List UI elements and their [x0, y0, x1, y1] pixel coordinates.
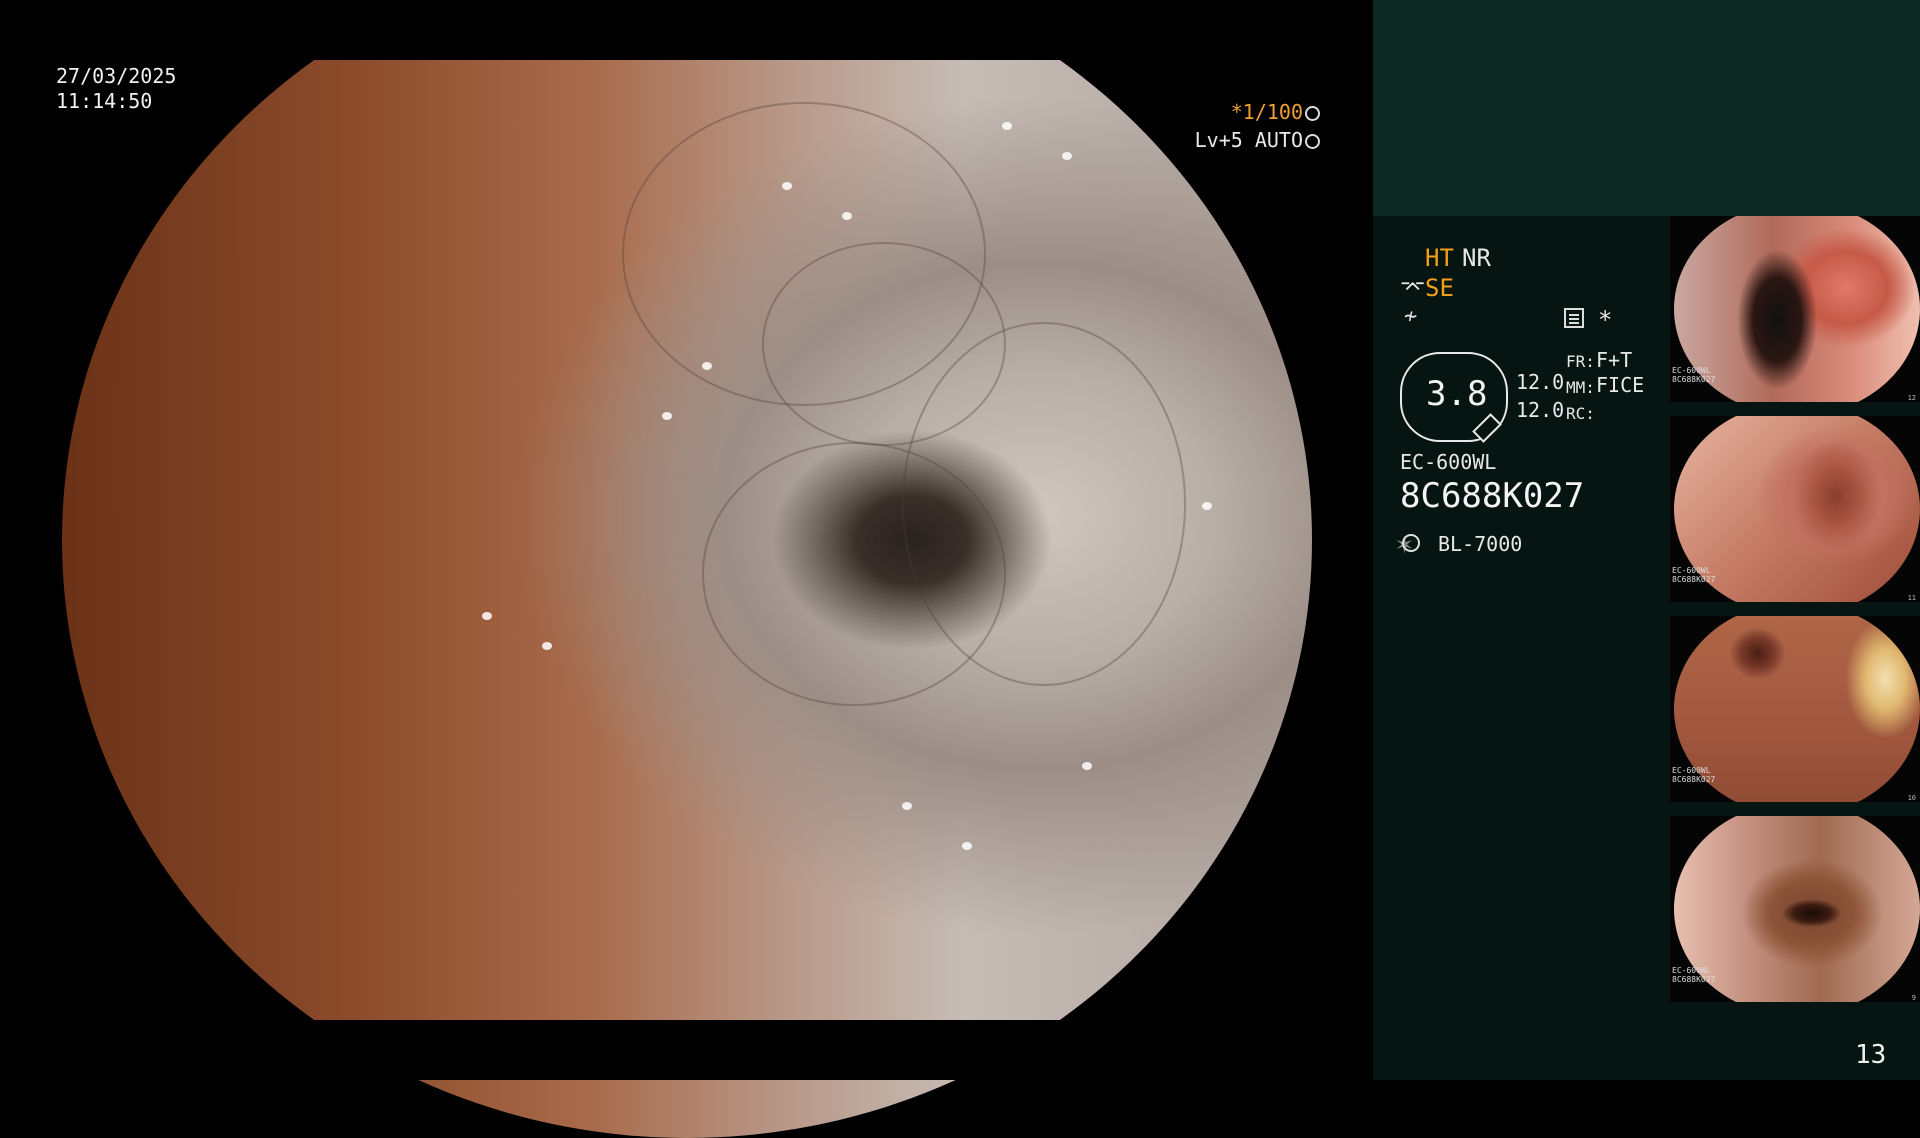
image-count: 13 — [1855, 1040, 1887, 1070]
brightness-level: Lv+5 — [1194, 128, 1243, 152]
aperture-icon — [1305, 106, 1320, 121]
endoscope-image — [62, 0, 1312, 1138]
exposure-mode: AUTO — [1254, 128, 1303, 152]
fr-value: F+T — [1596, 348, 1633, 372]
shutter-row: *1/100 — [1180, 98, 1320, 126]
scope-model: EC-600WL — [1400, 450, 1497, 474]
light-reflection — [902, 802, 912, 810]
endoscope-live-view: 27/03/2025 11:14:50 *1/100 Lv+5 AUTO — [0, 0, 1373, 1138]
filter-icon: ≁ — [1404, 304, 1418, 329]
level-row: Lv+5 AUTO — [1180, 126, 1320, 154]
light-source-icon — [1396, 527, 1420, 560]
row1-value: 12.0 — [1516, 370, 1565, 394]
ht-indicator: HT — [1425, 244, 1454, 272]
se-indicator: SE — [1425, 274, 1454, 302]
scope-serial: 8C688K027 — [1400, 476, 1585, 516]
light-reflection — [542, 642, 552, 650]
mm-value: FICE — [1596, 373, 1645, 397]
light-source-model: BL-7000 — [1438, 532, 1523, 556]
thumbnail-index: 12 — [1907, 394, 1916, 402]
light-reflection — [662, 412, 672, 420]
thumbnail-caption: EC-600WL 8C688K027 — [1672, 566, 1716, 584]
shutter-speed: *1/100 — [1230, 100, 1303, 124]
light-reflection — [482, 612, 492, 620]
thumbnail-3[interactable]: EC-600WL 8C688K027 10 — [1670, 616, 1920, 802]
row2-value: 12.0 — [1516, 398, 1565, 422]
fr-label: FR: — [1566, 352, 1595, 371]
capture-mark: * — [1598, 306, 1613, 334]
frame-mask-top — [0, 0, 1373, 60]
thumbnail-caption: EC-600WL 8C688K027 — [1672, 366, 1716, 384]
light-reflection — [782, 182, 792, 190]
light-reflection — [702, 362, 712, 370]
iris-icon — [1305, 134, 1320, 149]
light-reflection — [842, 212, 852, 220]
frame-mask-bottom — [0, 1020, 1373, 1080]
thumbnail-index: 11 — [1907, 594, 1916, 602]
thumbnail-2[interactable]: EC-600WL 8C688K027 11 — [1670, 416, 1920, 602]
thumbnail-4[interactable]: EC-600WL 8C688K027 9 — [1670, 816, 1920, 1002]
thumbnail-1[interactable]: EC-600WL 8C688K027 12 — [1670, 216, 1920, 402]
info-panel-header — [1373, 0, 1920, 216]
zoom-value: 3.8 — [1426, 374, 1488, 414]
date-text: 27/03/2025 — [56, 64, 177, 88]
light-reflection — [1082, 762, 1092, 770]
rc-label: RC: — [1566, 404, 1595, 423]
thumbnail-caption: EC-600WL 8C688K027 — [1672, 966, 1716, 984]
menu-icon — [1564, 308, 1584, 328]
light-reflection — [1062, 152, 1072, 160]
thumbnail-index: 9 — [1911, 994, 1916, 1002]
light-reflection — [1002, 122, 1012, 130]
nr-indicator: NR — [1462, 244, 1491, 272]
light-reflection — [1202, 502, 1212, 510]
light-reflection — [962, 842, 972, 850]
structure-enhance-icon: ⌤ — [1400, 276, 1426, 301]
thumbnail-index: 10 — [1907, 794, 1916, 802]
mucosal-fold — [622, 102, 986, 406]
time-text: 11:14:50 — [56, 89, 153, 113]
timestamp: 27/03/2025 11:14:50 — [56, 64, 176, 114]
thumbnail-caption: EC-600WL 8C688K027 — [1672, 766, 1716, 784]
mm-label: MM: — [1566, 378, 1595, 397]
mucosal-fold — [902, 322, 1186, 686]
exposure-settings: *1/100 Lv+5 AUTO — [1180, 98, 1320, 154]
